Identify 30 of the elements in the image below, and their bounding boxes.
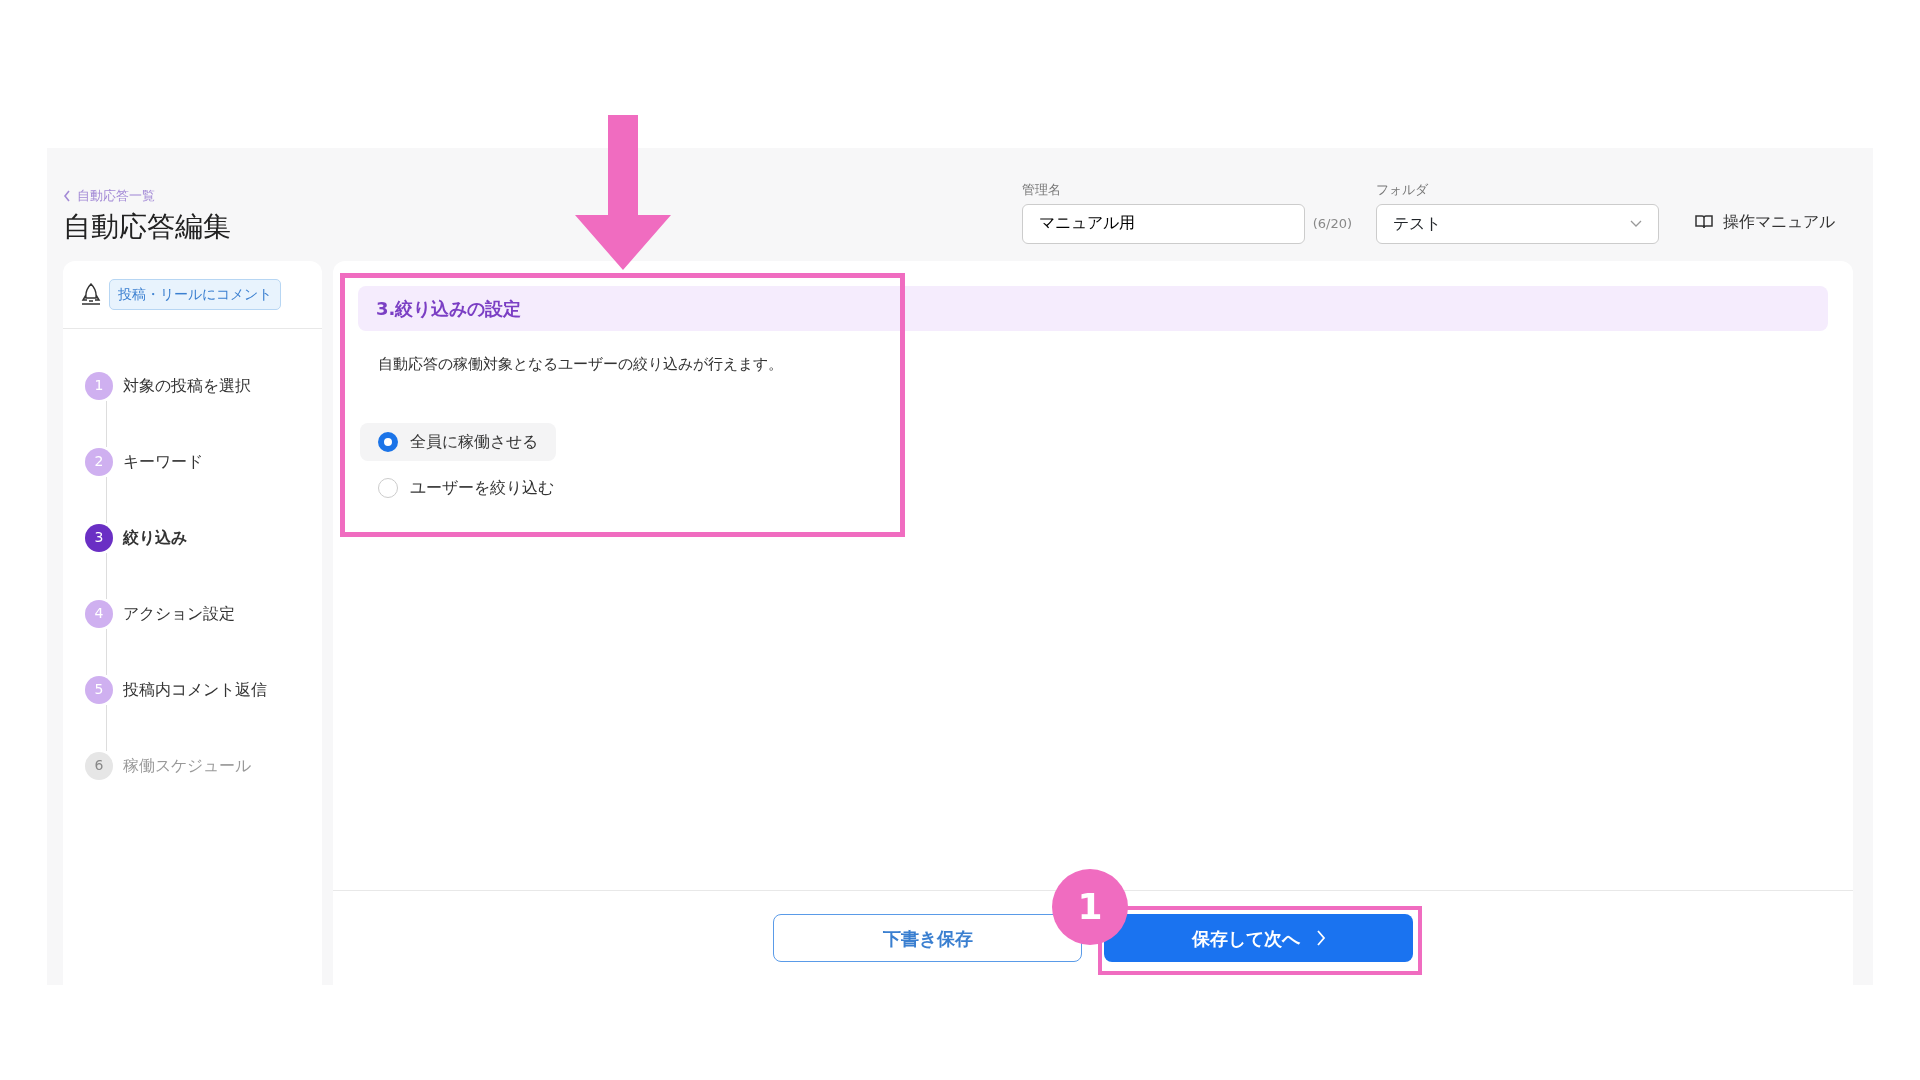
step-label[interactable]: アクション設定 [123, 601, 235, 626]
chevron-right-icon [1315, 930, 1326, 946]
step-label[interactable]: 投稿内コメント返信 [123, 677, 267, 702]
manual-link[interactable]: 操作マニュアル [1695, 209, 1835, 234]
step-number: 6 [85, 751, 113, 780]
chevron-left-icon [63, 190, 71, 203]
section-description: 自動応答の稼働対象となるユーザーの絞り込みが行えます。 [378, 353, 784, 375]
step-number: 5 [85, 675, 113, 704]
field-label: フォルダ [1376, 181, 1429, 199]
radio-option[interactable]: ユーザーを絞り込む [360, 469, 572, 507]
section-heading: 3.絞り込みの設定 [358, 285, 1828, 331]
save-next-button[interactable]: 保存して次へ [1104, 914, 1413, 962]
folder-select[interactable]: テスト [1376, 203, 1659, 244]
step-label[interactable]: キーワード [123, 449, 203, 474]
draft-save-button[interactable]: 下書き保存 [773, 914, 1082, 962]
book-icon [1695, 214, 1713, 229]
field-label: 管理名 [1021, 181, 1062, 199]
step-number: 1 [85, 371, 113, 400]
step-number: 3 [85, 523, 113, 552]
page-title: 自動応答編集 [63, 209, 231, 244]
step-number: 2 [85, 447, 113, 476]
radio-option[interactable]: 全員に稼働させる [360, 423, 556, 461]
step-label[interactable]: 対象の投稿を選択 [123, 373, 251, 398]
rocket-icon [81, 283, 101, 305]
step-label[interactable]: 絞り込み [123, 525, 187, 550]
post-type-tag: 投稿・リールにコメント [109, 278, 281, 310]
character-counter: (6/20) [1312, 214, 1352, 233]
name-input[interactable]: マニュアル用 [1021, 203, 1305, 244]
chevron-down-icon [1630, 219, 1642, 228]
step-number: 4 [85, 599, 113, 628]
